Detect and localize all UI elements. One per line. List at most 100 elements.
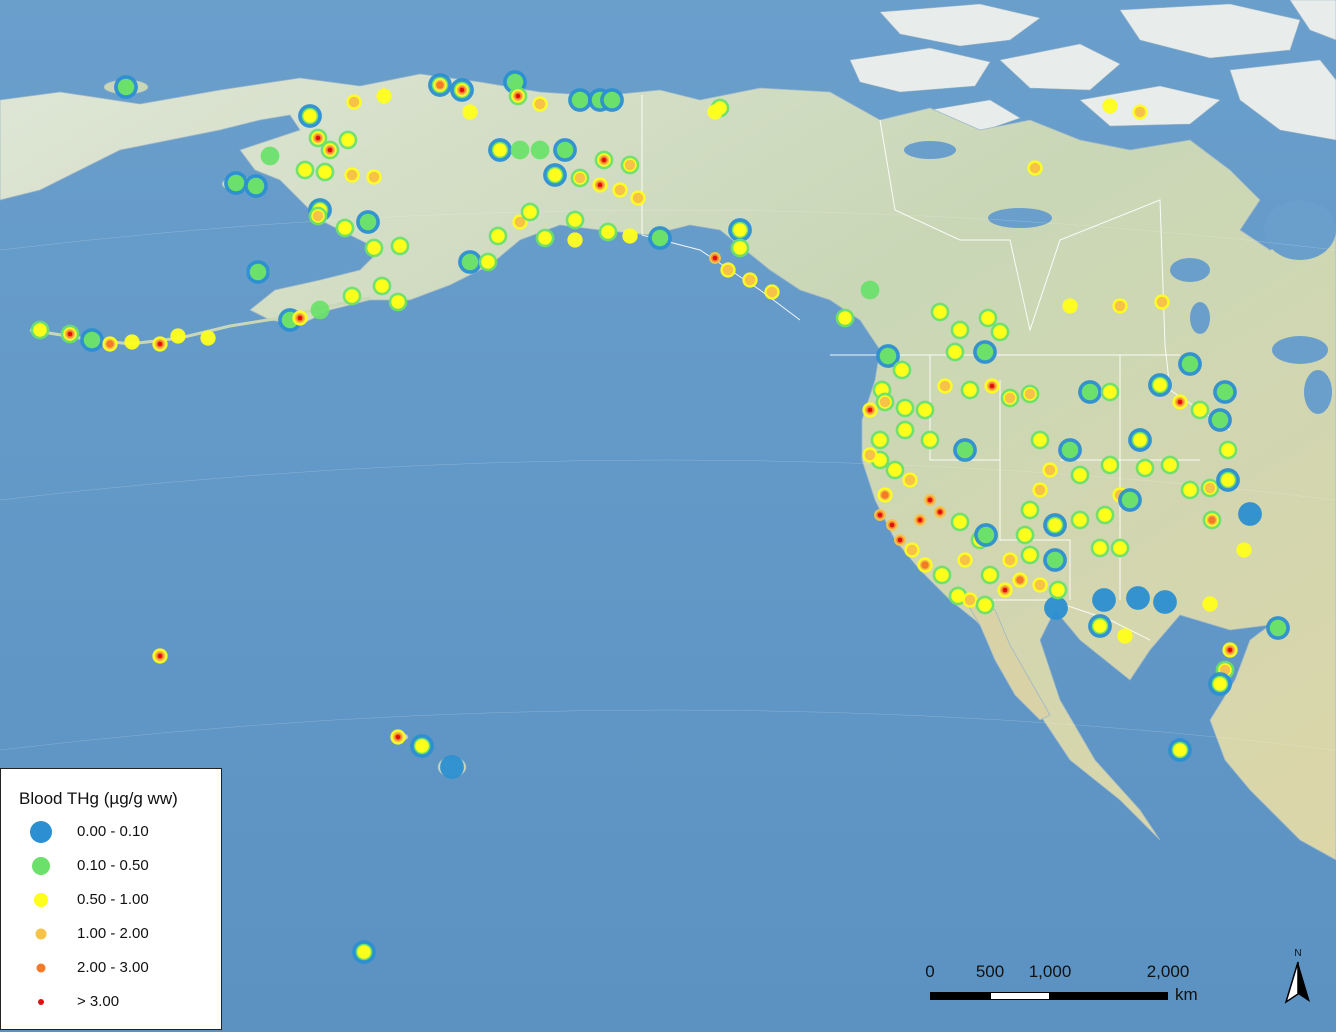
sampling-site bbox=[1132, 104, 1148, 120]
sampling-site bbox=[920, 430, 940, 450]
sampling-site bbox=[1190, 400, 1210, 420]
legend-label: 2.00 - 3.00 bbox=[77, 959, 149, 976]
sampling-site bbox=[860, 280, 880, 300]
sampling-site bbox=[1032, 577, 1048, 593]
sampling-site bbox=[1208, 672, 1232, 696]
scale-segment-3 bbox=[1050, 992, 1168, 1000]
sampling-site bbox=[594, 150, 614, 170]
sampling-site bbox=[372, 276, 392, 296]
sampling-site bbox=[440, 755, 464, 779]
sampling-site bbox=[620, 155, 640, 175]
sampling-site bbox=[902, 472, 918, 488]
sampling-site bbox=[1148, 373, 1172, 397]
sampling-site bbox=[862, 447, 878, 463]
sampling-site bbox=[376, 88, 392, 104]
sampling-site bbox=[295, 160, 315, 180]
sampling-site bbox=[962, 592, 978, 608]
sampling-site bbox=[764, 284, 780, 300]
sampling-site bbox=[877, 487, 893, 503]
sampling-site bbox=[543, 163, 567, 187]
sampling-site bbox=[246, 260, 270, 284]
scale-segment-2 bbox=[990, 992, 1050, 1000]
scale-tick-1000: 1,000 bbox=[1028, 962, 1072, 981]
sampling-site bbox=[567, 232, 583, 248]
sampling-site bbox=[1202, 596, 1218, 612]
sampling-site bbox=[553, 138, 577, 162]
legend-label: 0.50 - 1.00 bbox=[77, 891, 149, 908]
sampling-site bbox=[1020, 500, 1040, 520]
sampling-site bbox=[346, 94, 362, 110]
sampling-site bbox=[1020, 384, 1040, 404]
sampling-site bbox=[630, 190, 646, 206]
sampling-site bbox=[535, 228, 555, 248]
sampling-site bbox=[914, 514, 926, 526]
sampling-site bbox=[1238, 502, 1262, 526]
sampling-site bbox=[1092, 588, 1116, 612]
sampling-site bbox=[1043, 548, 1067, 572]
sampling-site bbox=[410, 734, 434, 758]
sampling-site bbox=[170, 328, 186, 344]
sampling-site bbox=[1154, 294, 1170, 310]
sampling-site bbox=[835, 308, 855, 328]
sampling-site bbox=[320, 140, 340, 160]
sampling-site bbox=[875, 392, 895, 412]
sampling-site bbox=[124, 334, 140, 350]
sampling-site bbox=[366, 169, 382, 185]
sampling-site bbox=[622, 228, 638, 244]
legend-label: 0.00 - 0.10 bbox=[77, 823, 149, 840]
sampling-site bbox=[335, 218, 355, 238]
sampling-site bbox=[894, 534, 906, 546]
sampling-site bbox=[1100, 382, 1120, 402]
sampling-site bbox=[973, 340, 997, 364]
sampling-site bbox=[244, 174, 268, 198]
sampling-site bbox=[570, 168, 590, 188]
sampling-site bbox=[924, 494, 936, 506]
sampling-site bbox=[730, 238, 750, 258]
sampling-site bbox=[1168, 738, 1192, 762]
sampling-site bbox=[462, 104, 478, 120]
sampling-site bbox=[30, 320, 50, 340]
sampling-site bbox=[709, 252, 721, 264]
sampling-site bbox=[1110, 538, 1130, 558]
sampling-site bbox=[102, 336, 118, 352]
sampling-site bbox=[1112, 298, 1128, 314]
sampling-site bbox=[1032, 482, 1048, 498]
sampling-site bbox=[1102, 98, 1118, 114]
scale-bar: 0 500 1,000 2,000 km bbox=[922, 962, 1212, 1010]
sampling-site bbox=[870, 430, 890, 450]
sampling-site bbox=[478, 252, 498, 272]
sampling-site bbox=[1043, 513, 1067, 537]
sampling-site bbox=[612, 182, 628, 198]
sampling-site bbox=[932, 565, 952, 585]
sampling-site bbox=[728, 218, 752, 242]
sampling-site bbox=[152, 336, 168, 352]
sampling-site bbox=[60, 324, 80, 344]
scale-segment-1 bbox=[930, 992, 990, 1000]
sampling-site bbox=[1172, 394, 1188, 410]
scale-unit: km bbox=[1175, 985, 1198, 1004]
sampling-site bbox=[200, 330, 216, 346]
sampling-site bbox=[1135, 458, 1155, 478]
sampling-site bbox=[260, 146, 280, 166]
sampling-site bbox=[862, 402, 878, 418]
sampling-site bbox=[1090, 538, 1110, 558]
sampling-site bbox=[364, 238, 384, 258]
sampling-site bbox=[1126, 586, 1150, 610]
scale-tick-500: 500 bbox=[975, 962, 1005, 981]
sampling-site bbox=[1042, 462, 1058, 478]
sampling-site bbox=[530, 140, 550, 160]
sampling-site bbox=[152, 648, 168, 664]
legend-label: > 3.00 bbox=[77, 993, 120, 1010]
sampling-site bbox=[342, 286, 362, 306]
sampling-site bbox=[310, 300, 330, 320]
sampling-site bbox=[960, 380, 980, 400]
sampling-site bbox=[1222, 642, 1238, 658]
sampling-site bbox=[1216, 468, 1240, 492]
sampling-site bbox=[957, 552, 973, 568]
sampling-site bbox=[707, 104, 723, 120]
sampling-site bbox=[510, 140, 530, 160]
legend-row: > 3.00 bbox=[1, 993, 221, 1032]
sampling-site bbox=[886, 519, 898, 531]
sampling-site bbox=[720, 262, 736, 278]
sampling-site bbox=[352, 940, 376, 964]
